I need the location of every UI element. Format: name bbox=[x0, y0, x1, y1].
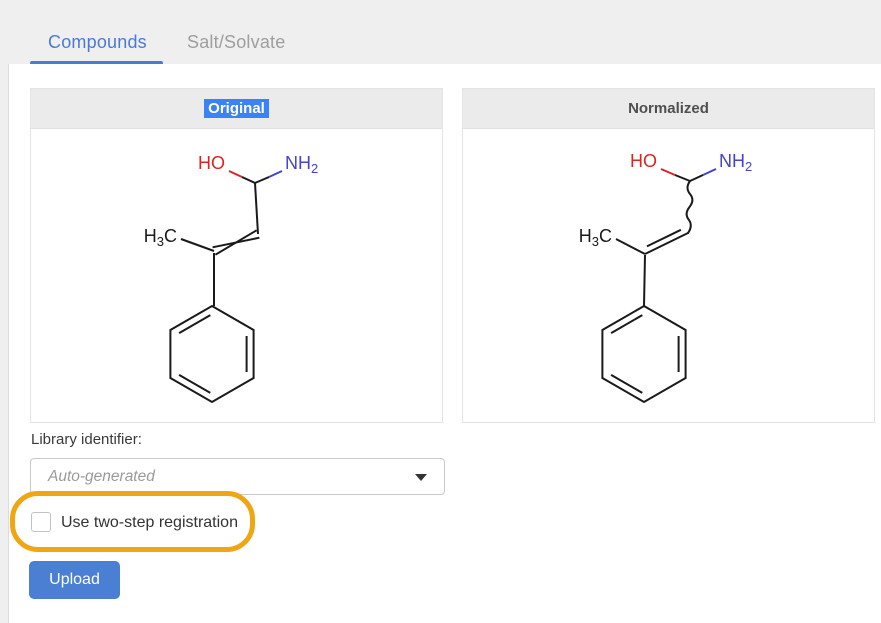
two-step-registration-label: Use two-step registration bbox=[61, 514, 238, 532]
hydroxyl-label: HO bbox=[198, 153, 225, 173]
original-structure: HO NH2 H3C bbox=[31, 129, 442, 423]
hydroxyl-label: HO bbox=[630, 151, 657, 171]
normalized-title: Normalized bbox=[628, 100, 709, 117]
amine-label: NH2 bbox=[285, 153, 318, 176]
normalized-structure-area: HO NH2 H3C bbox=[463, 129, 874, 423]
benzene-ring bbox=[602, 306, 685, 402]
amine-label: NH2 bbox=[719, 151, 752, 174]
tab-compounds[interactable]: Compounds bbox=[48, 32, 147, 53]
library-identifier-dropdown[interactable]: Auto-generated bbox=[30, 458, 445, 495]
original-title: Original bbox=[204, 99, 269, 118]
methyl-bond bbox=[181, 239, 214, 251]
normalized-panel-header: Normalized bbox=[463, 89, 874, 129]
normalized-panel: Normalized HO NH2 H3C bbox=[462, 88, 875, 423]
upload-button[interactable]: Upload bbox=[29, 561, 120, 599]
double-bond bbox=[645, 230, 688, 254]
methyl-bond bbox=[616, 239, 645, 254]
original-structure-area: HO NH2 H3C bbox=[31, 129, 442, 423]
methyl-label: H3C bbox=[144, 226, 177, 249]
benzene-ring bbox=[170, 306, 253, 402]
oxygen-bond bbox=[229, 171, 242, 177]
compound-registration-window: Compounds Salt/Solvate Original HO NH2 H… bbox=[0, 0, 881, 623]
chain-bond bbox=[255, 183, 258, 234]
normalized-structure: HO NH2 H3C bbox=[463, 129, 874, 423]
tab-salt-solvate[interactable]: Salt/Solvate bbox=[187, 32, 285, 53]
chevron-down-icon bbox=[415, 474, 427, 481]
library-identifier-label: Library identifier: bbox=[31, 431, 142, 448]
original-panel-header: Original bbox=[31, 89, 442, 129]
wavy-bond bbox=[687, 181, 693, 233]
nitrogen-bond bbox=[703, 169, 716, 175]
original-panel: Original HO NH2 H3C bbox=[30, 88, 443, 423]
crossed-double-bond bbox=[213, 230, 260, 254]
dropdown-selected-value: Auto-generated bbox=[48, 459, 155, 494]
ring-link-bond bbox=[644, 255, 645, 306]
methyl-label: H3C bbox=[579, 226, 612, 249]
nitrogen-bond bbox=[269, 171, 282, 177]
two-step-registration-checkbox[interactable] bbox=[31, 512, 51, 532]
oxygen-bond bbox=[661, 169, 675, 175]
